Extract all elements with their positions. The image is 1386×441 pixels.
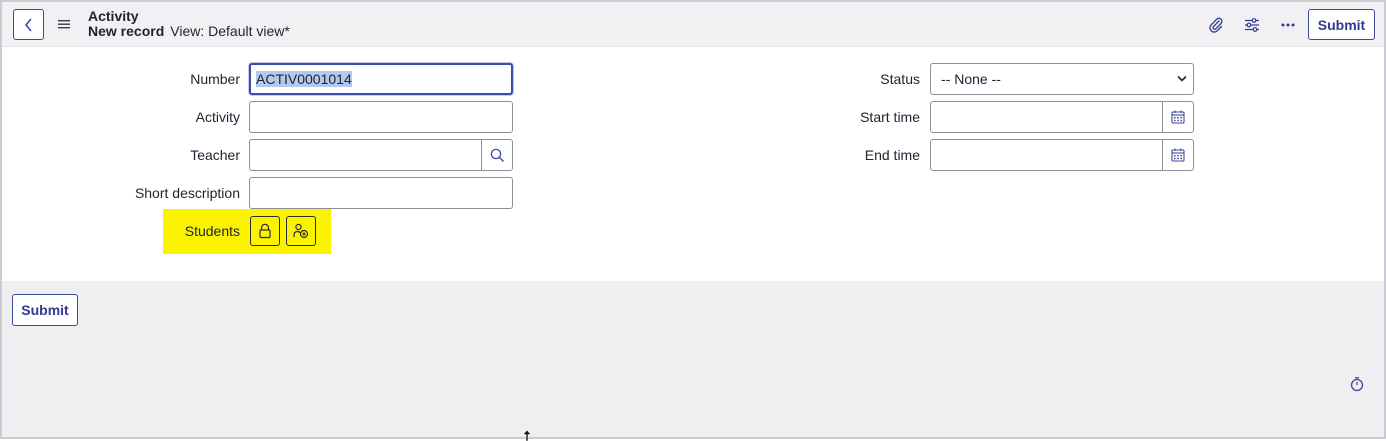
number-value: ACTIV0001014 bbox=[256, 71, 352, 87]
number-label: Number bbox=[190, 71, 240, 87]
app-frame: Activity New record View: Default view* bbox=[0, 0, 1386, 441]
timer-icon[interactable] bbox=[1349, 376, 1365, 392]
attachment-icon bbox=[1209, 17, 1223, 33]
context-menu-button[interactable] bbox=[54, 14, 74, 34]
calendar-icon bbox=[1171, 110, 1185, 124]
back-button[interactable] bbox=[13, 9, 44, 40]
attachment-button[interactable] bbox=[1205, 14, 1227, 36]
calendar-icon bbox=[1171, 148, 1185, 162]
record-status: New record bbox=[88, 23, 165, 39]
end-time-picker-button[interactable] bbox=[1162, 139, 1194, 171]
settings-sliders-icon bbox=[1245, 18, 1259, 32]
status-value: -- None -- bbox=[941, 71, 1001, 87]
record-title: Activity New record View: Default view* bbox=[88, 9, 290, 39]
activity-field[interactable] bbox=[249, 101, 513, 133]
status-select[interactable]: -- None -- bbox=[930, 63, 1194, 95]
end-time-field[interactable] bbox=[930, 139, 1163, 171]
start-time-label: Start time bbox=[860, 109, 920, 125]
resize-cursor-icon bbox=[522, 430, 532, 441]
more-icon bbox=[1281, 23, 1295, 27]
lock-icon bbox=[259, 223, 271, 239]
students-label: Students bbox=[184, 223, 240, 239]
status-label: Status bbox=[880, 71, 920, 87]
short-description-label: Short description bbox=[134, 185, 240, 201]
search-icon bbox=[490, 148, 504, 162]
number-field[interactable]: ACTIV0001014 bbox=[249, 63, 513, 95]
view-label[interactable]: View: Default view* bbox=[170, 23, 290, 39]
page-title: Activity bbox=[88, 8, 139, 24]
menu-icon bbox=[58, 20, 70, 29]
start-time-field[interactable] bbox=[930, 101, 1163, 133]
personalize-form-button[interactable] bbox=[1241, 14, 1263, 36]
teacher-field[interactable] bbox=[249, 139, 482, 171]
students-add-me-button[interactable] bbox=[286, 216, 316, 246]
start-time-picker-button[interactable] bbox=[1162, 101, 1194, 133]
chevron-down-icon bbox=[1177, 75, 1187, 82]
back-icon bbox=[24, 17, 32, 32]
teacher-lookup-button[interactable] bbox=[481, 139, 513, 171]
teacher-label: Teacher bbox=[190, 147, 240, 163]
form-header: Activity New record View: Default view* bbox=[2, 2, 1384, 47]
form-panel: Number ACTIV0001014 Activity Teacher Sho… bbox=[2, 47, 1384, 281]
submit-button-footer[interactable]: Submit bbox=[12, 294, 78, 326]
activity-label: Activity bbox=[195, 109, 240, 125]
more-options-button[interactable] bbox=[1277, 14, 1299, 36]
end-time-label: End time bbox=[864, 147, 920, 163]
students-unlock-button[interactable] bbox=[250, 216, 280, 246]
short-description-field[interactable] bbox=[249, 177, 513, 209]
add-user-icon bbox=[293, 223, 309, 239]
submit-button-header[interactable]: Submit bbox=[1308, 9, 1375, 40]
